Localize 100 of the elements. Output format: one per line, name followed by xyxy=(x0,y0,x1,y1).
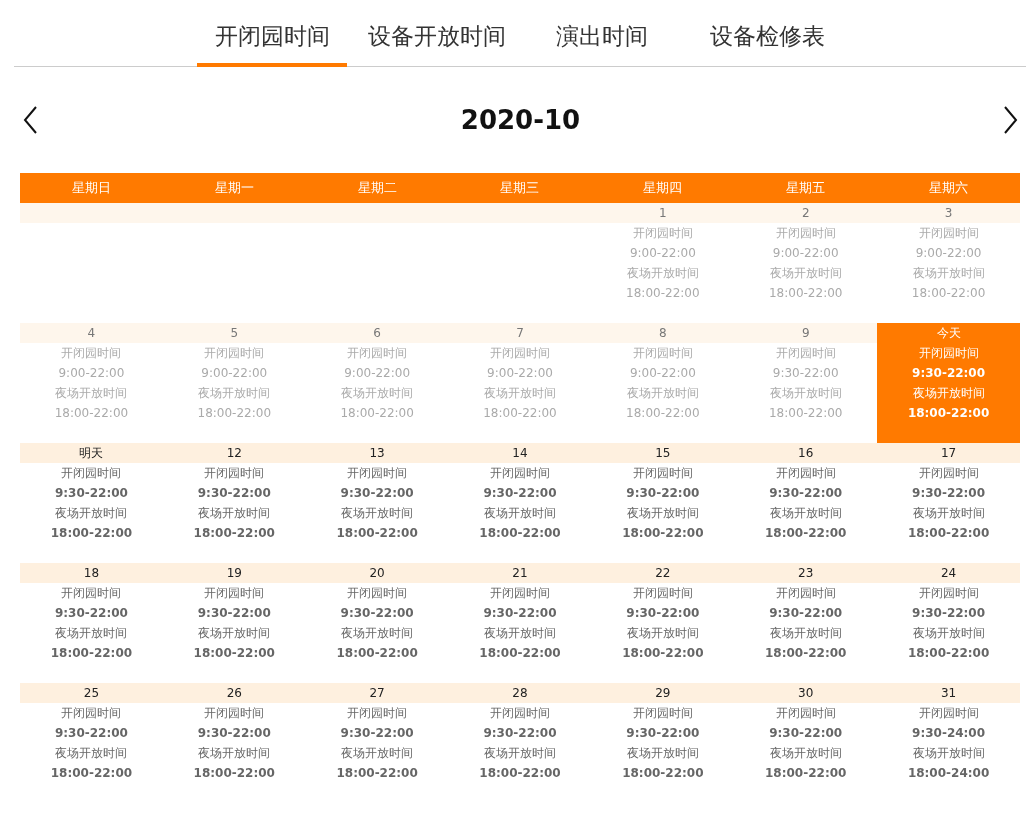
hours-label: 夜场开放时间 xyxy=(912,625,985,642)
hours-label: 开闭园时间 xyxy=(347,465,408,482)
hours-value: 18:00-22:00 xyxy=(340,405,414,422)
hours-value: 18:00-22:00 xyxy=(765,525,847,542)
day-number[interactable]: 2 xyxy=(734,203,878,223)
tab[interactable]: 设备开放时间 xyxy=(362,18,512,67)
hours-label: 夜场开放时间 xyxy=(341,385,414,402)
day-number[interactable]: 9 xyxy=(734,323,878,343)
hours-value: 18:00-22:00 xyxy=(197,405,271,422)
hours-value: 9:00-22:00 xyxy=(487,365,553,382)
day-number[interactable]: 26 xyxy=(162,683,306,703)
hours-value: 9:30-22:00 xyxy=(626,605,700,622)
day-number[interactable]: 13 xyxy=(305,443,449,463)
day-number[interactable]: 21 xyxy=(448,563,592,583)
hours-value: 18:00-22:00 xyxy=(622,765,704,782)
hours-label: 开闭园时间 xyxy=(775,585,836,602)
hours-value: 9:30-22:00 xyxy=(483,725,557,742)
day-number[interactable]: 1 xyxy=(591,203,735,223)
day-number[interactable]: 20 xyxy=(305,563,449,583)
hours-label: 开闭园时间 xyxy=(918,465,979,482)
hours-label: 夜场开放时间 xyxy=(626,625,699,642)
day-number[interactable]: 3 xyxy=(877,203,1020,223)
hours-label: 开闭园时间 xyxy=(347,705,408,722)
day-number[interactable]: 14 xyxy=(448,443,592,463)
hours-label: 夜场开放时间 xyxy=(626,265,699,282)
tab[interactable]: 开闭园时间 xyxy=(197,18,347,67)
hours-label: 夜场开放时间 xyxy=(912,745,985,762)
hours-value: 18:00-22:00 xyxy=(193,765,275,782)
tab[interactable]: 设备检修表 xyxy=(692,18,842,67)
weekday-label: 星期一 xyxy=(213,179,255,197)
hours-label: 开闭园时间 xyxy=(490,465,550,482)
hours-label: 开闭园时间 xyxy=(918,705,979,722)
hours-label: 开闭园时间 xyxy=(61,345,122,362)
tab[interactable]: 演出时间 xyxy=(527,18,677,67)
day-number[interactable]: 31 xyxy=(877,683,1020,703)
day-number[interactable]: 4 xyxy=(20,323,163,343)
day-number[interactable]: 8 xyxy=(591,323,735,343)
hours-label: 夜场开放时间 xyxy=(484,505,556,522)
hours-label: 开闭园时间 xyxy=(918,225,979,242)
hours-label: 开闭园时间 xyxy=(918,585,979,602)
hours-label: 开闭园时间 xyxy=(61,465,122,482)
day-number[interactable]: 17 xyxy=(877,443,1020,463)
hours-value: 9:30-22:00 xyxy=(769,725,843,742)
weekday-label: 星期六 xyxy=(928,179,970,197)
day-number[interactable]: 24 xyxy=(877,563,1020,583)
hours-label: 开闭园时间 xyxy=(61,585,122,602)
hours-value: 18:00-22:00 xyxy=(479,525,561,542)
hours-label: 开闭园时间 xyxy=(61,705,122,722)
hours-value: 18:00-22:00 xyxy=(768,285,843,302)
hours-value: 18:00-22:00 xyxy=(911,285,986,302)
hours-label: 夜场开放时间 xyxy=(769,265,842,282)
day-number[interactable]: 22 xyxy=(591,563,735,583)
hours-label: 夜场开放时间 xyxy=(484,385,556,402)
hours-label: 开闭园时间 xyxy=(490,705,550,722)
hours-label: 开闭园时间 xyxy=(632,585,693,602)
hours-label: 夜场开放时间 xyxy=(626,745,699,762)
day-number[interactable]: 18 xyxy=(20,563,163,583)
day-number[interactable]: 28 xyxy=(448,683,592,703)
hours-value: 18:00-24:00 xyxy=(907,765,990,782)
hours-label: 开闭园时间 xyxy=(490,585,550,602)
hours-value: 9:00-22:00 xyxy=(344,365,411,382)
hours-value: 9:30-24:00 xyxy=(912,725,986,742)
hours-label: 夜场开放时间 xyxy=(198,505,271,522)
hours-label: 开闭园时间 xyxy=(204,585,265,602)
hours-value: 9:30-22:00 xyxy=(626,725,700,742)
day-number[interactable]: 29 xyxy=(591,683,735,703)
hours-value: 9:00-22:00 xyxy=(201,365,268,382)
hours-value: 9:30-22:00 xyxy=(626,485,700,502)
hours-label: 开闭园时间 xyxy=(775,225,836,242)
day-number[interactable]: 6 xyxy=(305,323,449,343)
day-number[interactable]: 12 xyxy=(162,443,306,463)
hours-value: 9:00-22:00 xyxy=(629,365,696,382)
hours-label: 开闭园时间 xyxy=(918,345,979,362)
day-number[interactable]: 30 xyxy=(734,683,878,703)
day-number[interactable]: 15 xyxy=(591,443,735,463)
hours-value: 18:00-22:00 xyxy=(622,645,704,662)
hours-value: 18:00-22:00 xyxy=(50,525,133,542)
hours-value: 18:00-22:00 xyxy=(907,645,990,662)
hours-value: 18:00-22:00 xyxy=(765,765,847,782)
hours-label: 夜场开放时间 xyxy=(769,745,842,762)
hours-label: 开闭园时间 xyxy=(775,345,836,362)
hours-value: 18:00-22:00 xyxy=(907,525,990,542)
hours-value: 9:30-22:00 xyxy=(197,605,271,622)
hours-value: 18:00-22:00 xyxy=(336,645,418,662)
hours-value: 18:00-22:00 xyxy=(336,525,418,542)
weekday-label: 星期四 xyxy=(642,179,684,197)
day-number[interactable]: 明天 xyxy=(20,443,163,463)
day-number[interactable]: 23 xyxy=(734,563,878,583)
hours-value: 9:30-22:00 xyxy=(340,725,414,742)
hours-value: 9:30-22:00 xyxy=(912,485,986,502)
day-number[interactable]: 27 xyxy=(305,683,449,703)
hours-value: 9:30-22:00 xyxy=(483,485,557,502)
day-number[interactable]: 5 xyxy=(162,323,306,343)
hours-value: 9:30-22:00 xyxy=(912,605,986,622)
day-number[interactable]: 16 xyxy=(734,443,878,463)
day-number[interactable]: 7 xyxy=(448,323,592,343)
hours-value: 18:00-22:00 xyxy=(765,645,847,662)
day-number[interactable]: 19 xyxy=(162,563,306,583)
day-number[interactable]: 25 xyxy=(20,683,163,703)
hours-label: 夜场开放时间 xyxy=(198,745,271,762)
